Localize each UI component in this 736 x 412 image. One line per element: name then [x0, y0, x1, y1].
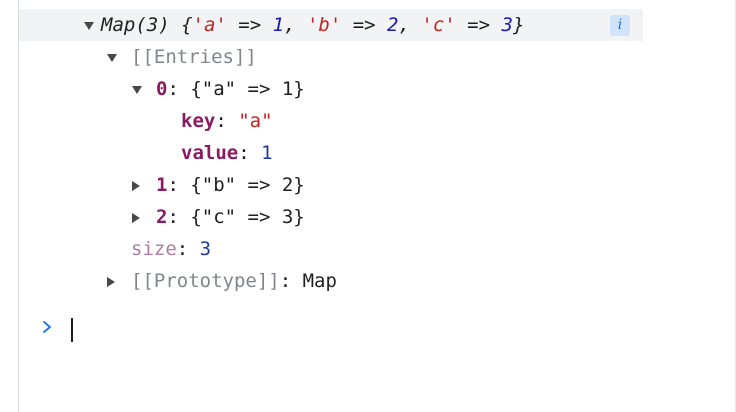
entries-label: [[Entries]] — [131, 46, 257, 68]
expand-triangle-right-icon[interactable] — [106, 265, 124, 297]
entry-value-colon: : — [238, 142, 262, 164]
size-row: size: 3 — [131, 233, 211, 265]
devtools-console: Map(3) {'a' => 1, 'b' => 2, 'c' => 3} i … — [0, 0, 736, 412]
map-value-1: 1 — [272, 14, 285, 36]
entry-row-2[interactable]: 2: {"c" => 3} — [131, 201, 305, 233]
entry-summary: {"a" => 1} — [190, 78, 305, 100]
entry-colon: : — [167, 206, 191, 228]
map-prefix: Map(3) { — [101, 14, 193, 36]
entry-index: 2 — [156, 206, 168, 228]
entry-index: 1 — [156, 174, 168, 196]
map-value-2: 2 — [387, 14, 399, 36]
prototype-value: Map — [302, 270, 337, 292]
map-suffix: } — [512, 14, 525, 36]
entry-summary: {"c" => 3} — [190, 206, 305, 228]
entry-value-label: value — [181, 142, 239, 164]
prototype-label: [[Prototype]] — [131, 270, 280, 292]
entry-index: 0 — [156, 78, 168, 100]
console-input-caret[interactable] — [71, 318, 73, 342]
entry-key-row: key: "a" — [181, 105, 273, 137]
entry-key-label: key — [181, 110, 216, 132]
size-value: 3 — [199, 238, 212, 260]
map-value-3: 3 — [501, 14, 513, 36]
size-label: size — [131, 238, 177, 260]
map-arrow: => — [226, 14, 273, 36]
map-arrow: => — [455, 14, 502, 36]
expand-triangle-right-icon[interactable] — [131, 169, 149, 201]
entry-key-colon: : — [215, 110, 239, 132]
map-key-a: 'a' — [192, 14, 227, 36]
entry-colon: : — [167, 174, 191, 196]
console-left-border — [18, 0, 19, 412]
entry-row-0[interactable]: 0: {"a" => 1} — [131, 73, 305, 105]
entry-summary: {"b" => 2} — [190, 174, 305, 196]
map-key-c: 'c' — [421, 14, 456, 36]
size-colon: : — [176, 238, 200, 260]
entry-value-row: value: 1 — [181, 137, 273, 169]
entry-key-value: "a" — [238, 110, 273, 132]
map-arrow: => — [341, 14, 388, 36]
expand-triangle-down-icon[interactable] — [131, 73, 149, 105]
map-key-b: 'b' — [306, 14, 342, 36]
prototype-row[interactable]: [[Prototype]]: Map — [106, 265, 337, 297]
map-separator: , — [398, 14, 422, 36]
expand-triangle-right-icon[interactable] — [131, 201, 149, 233]
expand-triangle-down-icon[interactable] — [83, 9, 101, 41]
entry-value-value: 1 — [261, 142, 273, 164]
entry-colon: : — [167, 78, 191, 100]
info-icon[interactable]: i — [610, 15, 630, 36]
map-separator: , — [284, 14, 307, 36]
prototype-colon: : — [279, 270, 303, 292]
entries-group-row[interactable]: [[Entries]] — [106, 41, 257, 73]
console-prompt-chevron-icon — [40, 316, 54, 338]
map-header-row[interactable]: Map(3) {'a' => 1, 'b' => 2, 'c' => 3} — [19, 9, 643, 41]
expand-triangle-down-icon[interactable] — [106, 41, 124, 73]
entry-row-1[interactable]: 1: {"b" => 2} — [131, 169, 305, 201]
